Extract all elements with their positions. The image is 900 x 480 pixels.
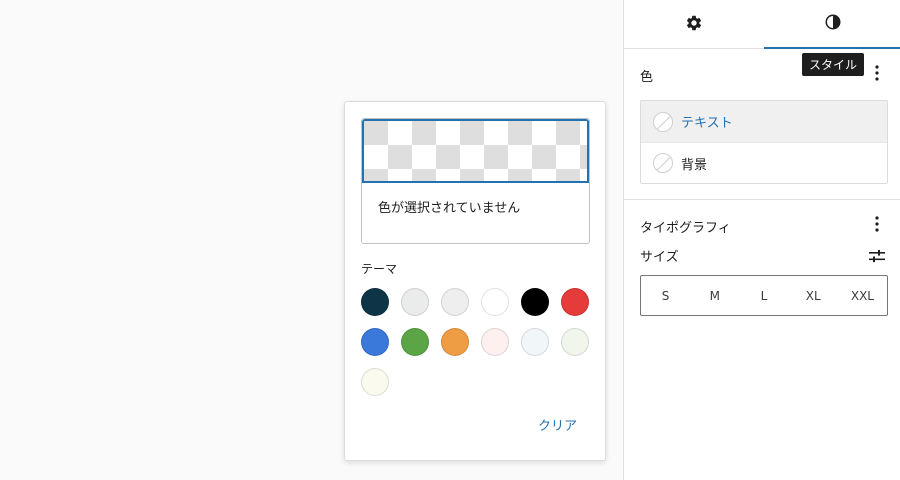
color-section-title: 色 (640, 70, 654, 85)
color-swatch[interactable] (401, 288, 429, 316)
sliders-icon (869, 248, 885, 267)
color-swatch[interactable] (561, 288, 589, 316)
styles-tooltip: スタイル (802, 53, 865, 76)
theme-palette-label: テーマ (361, 262, 398, 276)
kebab-menu-icon (875, 216, 879, 236)
transparent-preview-pattern (362, 119, 589, 183)
color-item-background[interactable]: 背景 (641, 142, 887, 183)
color-item-label: テキスト (681, 116, 733, 131)
settings-sidebar: スタイル 色 テキスト 背景 タイポグラフィ サイズ S M L XL XXL (623, 0, 900, 480)
sidebar-tabs (624, 0, 900, 49)
color-swatch[interactable] (441, 328, 469, 356)
typography-section-title: タイポグラフィ (640, 221, 731, 236)
color-options-button[interactable] (865, 63, 889, 87)
theme-palette (361, 288, 593, 396)
kebab-menu-icon (875, 65, 879, 85)
color-preview[interactable]: 色が選択されていません (361, 118, 590, 244)
gear-icon (685, 14, 703, 36)
typography-options-button[interactable] (865, 214, 889, 238)
color-picker-popover: 色が選択されていません テーマ クリア (344, 101, 606, 461)
color-swatch[interactable] (401, 328, 429, 356)
color-swatch[interactable] (361, 328, 389, 356)
size-option-l[interactable]: L (739, 276, 788, 315)
size-label: サイズ (640, 250, 679, 265)
color-swatch[interactable] (361, 288, 389, 316)
no-color-indicator-icon (653, 111, 673, 132)
section-divider (624, 199, 900, 200)
color-item-label: 背景 (681, 157, 708, 173)
font-size-picker: S M L XL XXL (640, 275, 888, 316)
half-circle-icon (824, 13, 842, 35)
color-swatch[interactable] (441, 288, 469, 316)
color-swatch[interactable] (481, 328, 509, 356)
color-swatch[interactable] (561, 328, 589, 356)
color-swatch[interactable] (481, 288, 509, 316)
clear-button[interactable]: クリア (538, 415, 577, 434)
size-option-xl[interactable]: XL (789, 276, 838, 315)
no-color-indicator-icon (653, 153, 673, 173)
color-item-text[interactable]: テキスト (641, 101, 887, 142)
no-color-selected-text: 色が選択されていません (378, 201, 521, 216)
tab-styles[interactable] (764, 0, 900, 49)
color-swatch[interactable] (361, 368, 389, 396)
size-option-s[interactable]: S (641, 276, 690, 315)
tab-settings[interactable] (624, 0, 764, 49)
color-items: テキスト 背景 (640, 100, 888, 184)
color-swatch[interactable] (521, 288, 549, 316)
size-option-m[interactable]: M (690, 276, 739, 315)
custom-size-button[interactable] (865, 245, 889, 269)
color-swatch[interactable] (521, 328, 549, 356)
size-option-xxl[interactable]: XXL (838, 276, 887, 315)
